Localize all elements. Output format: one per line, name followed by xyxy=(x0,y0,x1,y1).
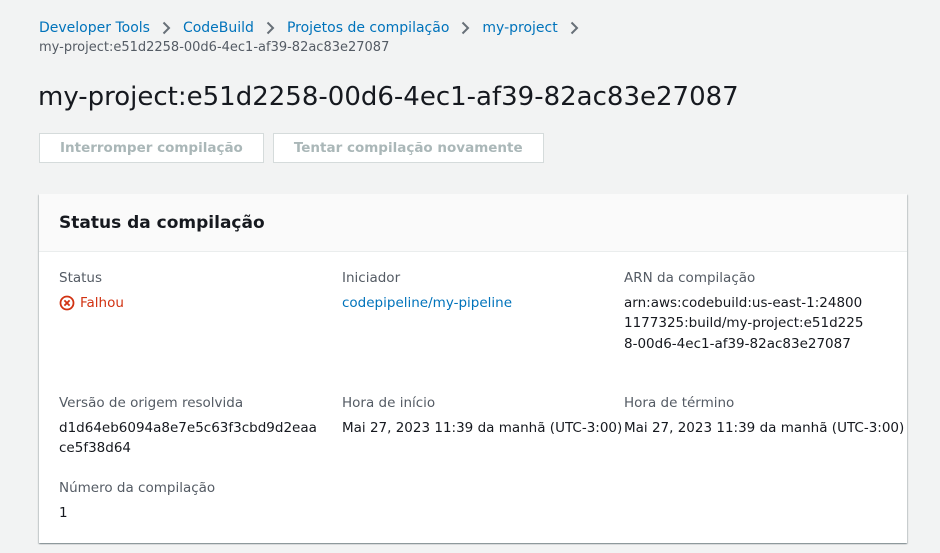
end-time-label: Hora de término xyxy=(624,395,735,411)
retry-build-button[interactable]: Tentar compilação novamente xyxy=(272,133,544,163)
breadcrumb-developer-tools[interactable]: Developer Tools xyxy=(39,18,150,38)
status-label: Status xyxy=(59,270,103,286)
build-number-field: Número da compilação 1 xyxy=(59,478,321,523)
error-circle-icon xyxy=(59,295,75,311)
arn-field: ARN da compilação arn:aws:codebuild:us-e… xyxy=(624,268,869,354)
start-time-label: Hora de início xyxy=(342,395,436,411)
panel-title: Status da compilação xyxy=(59,212,265,233)
start-time-value: Mai 27, 2023 11:39 da manhã (UTC-3:00) xyxy=(342,419,623,436)
start-time-field: Hora de início Mai 27, 2023 11:39 da man… xyxy=(342,393,624,438)
breadcrumb-my-project[interactable]: my-project xyxy=(482,18,557,38)
page-title: my-project:e51d2258-00d6-4ec1-af39-82ac8… xyxy=(38,82,739,112)
breadcrumb-current: my-project:e51d2258-00d6-4ec1-af39-82ac8… xyxy=(39,40,390,55)
build-status-panel: Status da compilação Status Falhou Inici… xyxy=(39,194,907,543)
status-text: Falhou xyxy=(80,294,124,311)
source-version-label: Versão de origem resolvida xyxy=(59,395,244,411)
status-value: Falhou xyxy=(59,293,321,314)
arn-value: arn:aws:codebuild:us-east-1:248001177325… xyxy=(624,294,864,352)
chevron-right-icon xyxy=(266,21,275,35)
status-field: Status Falhou xyxy=(59,268,321,313)
chevron-right-icon xyxy=(570,21,579,35)
end-time-field: Hora de término Mai 27, 2023 11:39 da ma… xyxy=(624,393,906,438)
chevron-right-icon xyxy=(162,21,171,35)
build-number-value: 1 xyxy=(59,504,68,521)
initiator-field: Iniciador codepipeline/my-pipeline xyxy=(342,268,604,313)
arn-label: ARN da compilação xyxy=(624,270,756,286)
action-buttons: Interromper compilação Tentar compilação… xyxy=(39,133,544,163)
stop-build-button[interactable]: Interromper compilação xyxy=(39,133,264,163)
build-number-label: Número da compilação xyxy=(59,480,216,496)
initiator-label: Iniciador xyxy=(342,270,401,286)
breadcrumb-codebuild[interactable]: CodeBuild xyxy=(183,18,254,38)
source-version-field: Versão de origem resolvida d1d64eb6094a8… xyxy=(59,393,317,459)
chevron-right-icon xyxy=(461,21,470,35)
breadcrumb: Developer Tools CodeBuild Projetos de co… xyxy=(39,18,591,38)
end-time-value: Mai 27, 2023 11:39 da manhã (UTC-3:00) xyxy=(624,419,905,436)
initiator-link[interactable]: codepipeline/my-pipeline xyxy=(342,293,604,314)
source-version-value: d1d64eb6094a8e7e5c63f3cbd9d2eaace5f38d64 xyxy=(59,419,317,457)
panel-header: Status da compilação xyxy=(39,194,907,252)
breadcrumb-build-projects[interactable]: Projetos de compilação xyxy=(287,18,449,38)
